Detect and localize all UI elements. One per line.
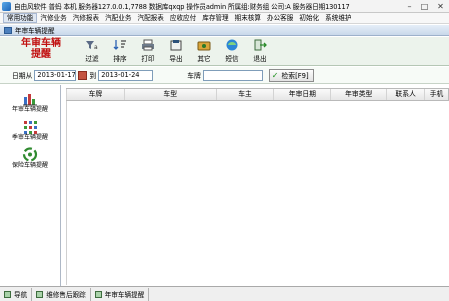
- menu-period-end[interactable]: 期末核算: [232, 13, 264, 23]
- bottom-tab-label: 导航: [14, 291, 28, 299]
- document-icon: [4, 26, 12, 34]
- nav-label-annual: 年审车辆提醒: [11, 106, 48, 113]
- col-inspection-type[interactable]: 年审类型: [330, 89, 386, 100]
- sms-icon: [225, 39, 239, 51]
- document-title: 年审车辆提醒: [15, 27, 55, 35]
- bottom-tab-label: 年审车辆提醒: [104, 291, 145, 299]
- calendar-icon[interactable]: [78, 70, 88, 80]
- plate-input[interactable]: [202, 69, 263, 81]
- menu-parts-business[interactable]: 汽配业务: [102, 13, 134, 23]
- date-from-field[interactable]: 2013-01-17: [34, 69, 77, 81]
- menu-system[interactable]: 系统维护: [322, 13, 354, 23]
- bottom-tab-repair-followup[interactable]: 维修售后跟踪: [32, 287, 91, 301]
- menu-receivables[interactable]: 应收应付: [167, 13, 199, 23]
- date-to-field[interactable]: 2013-01-24: [98, 69, 154, 81]
- exit-icon: [253, 39, 267, 51]
- module-title-line2: 提醒: [31, 49, 51, 60]
- grid-dots-icon: [24, 121, 37, 134]
- app-icon: [2, 1, 11, 11]
- menu-bar: 常用功能 汽修业务 汽修报表 汽配业务 汽配报表 应收应付 库存管理 期末核算 …: [0, 13, 449, 24]
- menu-office[interactable]: 办公客服: [264, 13, 296, 23]
- svg-text:a: a: [94, 44, 98, 51]
- print-icon: [141, 39, 155, 51]
- window-title: 自由风软件 普蚂 本机 服务器127.0.0.1,7788 数据库qxqp 操作…: [14, 3, 350, 11]
- side-nav: 年审车辆提醒 季审车辆提醒 保险车辆提醒: [0, 85, 61, 286]
- tab-icon: [94, 290, 102, 298]
- tab-icon: [36, 290, 44, 298]
- print-label: 打印: [141, 55, 155, 63]
- menu-repair-reports[interactable]: 汽修报表: [70, 13, 102, 23]
- bottom-tab-navigation[interactable]: 导航: [0, 287, 33, 301]
- date-from-label: 日期从: [12, 72, 33, 80]
- col-model[interactable]: 车型: [123, 89, 216, 100]
- filter-label: 过滤: [85, 55, 99, 63]
- title-bar: 自由风软件 普蚂 本机 服务器127.0.0.1,7788 数据库qxqp 操作…: [0, 0, 449, 13]
- print-button[interactable]: 打印: [136, 39, 160, 63]
- sms-button[interactable]: 短信: [220, 39, 244, 63]
- sort-button[interactable]: 排序: [108, 39, 132, 63]
- maximize-button[interactable]: □: [417, 0, 432, 13]
- minimize-button[interactable]: –: [402, 0, 417, 13]
- bottom-tab-annual-reminder[interactable]: 年审车辆提醒: [91, 287, 150, 301]
- col-inspection-date[interactable]: 年审日期: [273, 89, 330, 100]
- sort-icon: [113, 39, 127, 51]
- col-plate[interactable]: 车牌: [66, 89, 124, 100]
- close-button[interactable]: ✕: [432, 0, 449, 13]
- nav-label-quarterly: 季审车辆提醒: [11, 134, 48, 141]
- date-to-label: 到: [89, 72, 97, 80]
- search-button[interactable]: ✓ 检索[F9]: [268, 68, 314, 82]
- bar-chart-icon: [23, 94, 37, 106]
- grid-body[interactable]: [66, 101, 449, 285]
- sms-label: 短信: [225, 55, 239, 63]
- menu-init[interactable]: 初始化: [296, 13, 322, 23]
- other-button[interactable]: 其它: [192, 39, 216, 63]
- other-icon: [197, 39, 211, 51]
- menu-common[interactable]: 常用功能: [3, 13, 38, 23]
- export-button[interactable]: 导出: [164, 39, 188, 63]
- search-button-label: 检索[F9]: [281, 72, 309, 80]
- filter-button[interactable]: a 过滤: [80, 39, 104, 63]
- col-owner[interactable]: 车主: [215, 89, 274, 100]
- data-grid: 车牌 车型 车主 年审日期 年审类型 联系人 手机: [66, 88, 449, 285]
- filter-icon: a: [85, 39, 99, 51]
- menu-inventory[interactable]: 库存管理: [199, 13, 231, 23]
- menu-parts-reports[interactable]: 汽配报表: [135, 13, 167, 23]
- recycle-icon: [22, 147, 38, 162]
- document-tab-bar: 年审车辆提醒: [0, 25, 449, 36]
- status-bar: 导航 维修售后跟踪 年审车辆提醒: [0, 286, 449, 301]
- exit-button[interactable]: 退出: [248, 39, 272, 63]
- module-title: 年审车辆 提醒: [10, 38, 72, 64]
- export-icon: [169, 39, 183, 51]
- col-mobile[interactable]: 手机: [424, 89, 448, 100]
- export-label: 导出: [169, 55, 183, 63]
- nav-item-quarterly-inspection[interactable]: 季审车辆提醒: [0, 119, 60, 141]
- toolbar: 年审车辆 提醒 a 过滤 排序 打印 导出 其它 短信 退出: [0, 37, 449, 66]
- nav-item-annual-inspection[interactable]: 年审车辆提醒: [0, 91, 60, 113]
- menu-repair-business[interactable]: 汽修业务: [37, 13, 69, 23]
- tab-icon: [4, 290, 11, 298]
- nav-label-insurance: 保险车辆提醒: [11, 162, 48, 169]
- bottom-tab-label: 维修售后跟踪: [46, 291, 86, 299]
- exit-label: 退出: [253, 55, 267, 63]
- grid-header: 车牌 车型 车主 年审日期 年审类型 联系人 手机: [66, 88, 449, 101]
- filter-bar: 日期从 2013-01-17 到 2013-01-24 车牌 ✓ 检索[F9]: [0, 67, 449, 84]
- sort-label: 排序: [113, 55, 127, 63]
- module-title-line1: 年审车辆: [21, 38, 61, 49]
- other-label: 其它: [197, 55, 211, 63]
- check-icon: ✓: [271, 70, 279, 80]
- col-contact[interactable]: 联系人: [386, 89, 424, 100]
- plate-label: 车牌: [187, 72, 201, 80]
- nav-item-insurance[interactable]: 保险车辆提醒: [0, 147, 60, 169]
